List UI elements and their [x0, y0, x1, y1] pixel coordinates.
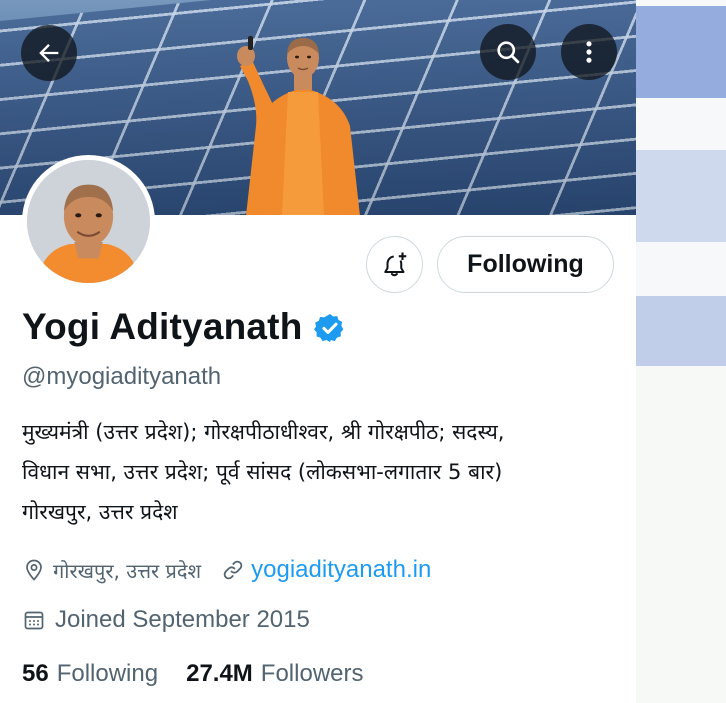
- faded-area: [636, 368, 726, 703]
- faded-card: [636, 6, 726, 98]
- more-options-button[interactable]: [561, 24, 617, 80]
- profile-location: गोरखपुर, उत्तर प्रदेश: [53, 558, 202, 583]
- notifications-button[interactable]: [366, 236, 423, 293]
- faded-card: [636, 150, 726, 242]
- followers-label: Followers: [260, 660, 364, 687]
- following-count: 56: [22, 660, 49, 687]
- joined-row: Joined September 2015: [22, 606, 310, 634]
- profile-website-link[interactable]: yogiadityanath.in: [251, 556, 431, 584]
- following-label: Following: [56, 660, 159, 687]
- name-row: Yogi Adityanath: [22, 306, 346, 348]
- following-button[interactable]: Following: [437, 236, 614, 293]
- location-pin-icon: [26, 559, 42, 581]
- verified-badge-icon[interactable]: [313, 312, 346, 344]
- back-button[interactable]: [21, 25, 77, 81]
- calendar-icon: [24, 611, 44, 630]
- more-vertical-icon: [586, 41, 592, 63]
- user-handle: @myogiadityanath: [22, 363, 222, 390]
- banner-person-image: [237, 36, 360, 215]
- display-name: Yogi Adityanath: [22, 306, 303, 347]
- avatar-image: [27, 160, 150, 283]
- search-icon: [497, 41, 520, 64]
- follow-stats: 56 Following 27.4M Followers: [22, 660, 392, 688]
- faded-card: [636, 296, 726, 366]
- followers-count: 27.4M: [186, 660, 253, 687]
- avatar[interactable]: [22, 155, 155, 288]
- following-stat[interactable]: 56 Following: [22, 660, 158, 688]
- adjacent-panel: [636, 0, 726, 703]
- search-button[interactable]: [480, 24, 536, 80]
- bio-line: गोरखपुर, उत्तर प्रदेश: [22, 500, 178, 524]
- bell-plus-icon: [383, 252, 406, 276]
- profile-meta-row: गोरखपुर, उत्तर प्रदेश yogiadityanath.in: [22, 556, 431, 584]
- joined-date: Joined September 2015: [55, 606, 310, 633]
- bio-line: विधान सभा, उत्तर प्रदेश; पूर्व सांसद (लो…: [22, 460, 503, 484]
- profile-bio: मुख्यमंत्री (उत्तर प्रदेश); गोरक्षपीठाधी…: [22, 412, 622, 532]
- arrow-left-icon: [39, 44, 59, 62]
- followers-stat[interactable]: 27.4M Followers: [186, 660, 363, 688]
- bio-line: मुख्यमंत्री (उत्तर प्रदेश); गोरक्षपीठाधी…: [22, 420, 505, 444]
- link-icon: [223, 560, 243, 580]
